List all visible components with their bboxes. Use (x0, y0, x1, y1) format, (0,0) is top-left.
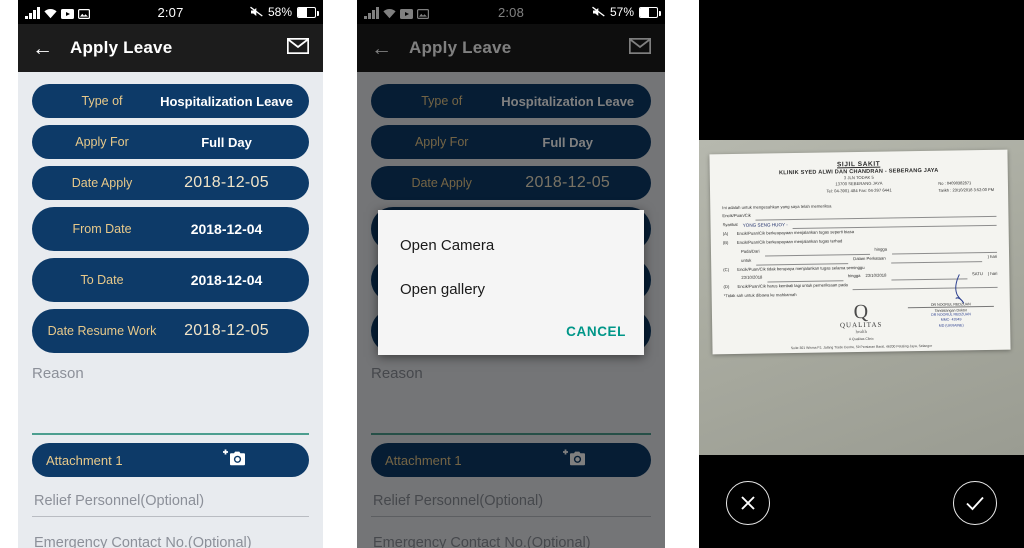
field-from-date[interactable]: From Date 2018-12-04 (32, 207, 309, 251)
document-sub-label: Dalam Perkataan (853, 255, 886, 261)
page-title: Apply Leave (70, 38, 173, 57)
battery-icon (297, 6, 319, 18)
field-type-of[interactable]: Type of Hospitalization Leave (32, 84, 309, 118)
document-meta: No : 04090382871 Tarikh : 23/10/2018 3:5… (938, 180, 994, 194)
field-date-resume-work[interactable]: Date Resume Work 2018-12-05 (32, 309, 309, 353)
field-label: From Date (72, 221, 132, 236)
emergency-contact-input[interactable]: Emergency Contact No.(Optional) (32, 529, 309, 548)
field-value: 2018-12-04 (190, 221, 263, 237)
document-condition-label: Syarikat (722, 221, 738, 227)
document-sub-label: untuk (741, 257, 752, 263)
screenshot-stage: 2:07 58% ← Apply Leave Type of Hospitali… (0, 0, 1024, 548)
field-label: Apply For (75, 134, 129, 149)
cancel-button[interactable]: CANCEL (566, 324, 626, 339)
leave-form: Type of Hospitalization Leave Apply For … (18, 72, 323, 548)
status-bar-right: 58% (250, 5, 319, 19)
document-meta-key: Tarikh (938, 187, 950, 193)
document-sub-label: hingga (847, 273, 861, 279)
field-value: 2018-12-04 (190, 272, 263, 288)
phone-panel-attachment-dialog: 2:08 57% ← Apply Leave Type of Hospitali… (357, 0, 665, 548)
camera-top-bar (699, 0, 1024, 140)
panel-gap-1 (323, 0, 357, 548)
phone-panel-camera-preview: SIJIL SAKIT KLINIK SYED ALWI DAN CHANDRA… (699, 0, 1024, 548)
status-bar-right: 57% (592, 5, 661, 19)
document-item-key: (A) (722, 231, 729, 237)
battery-percent-label: 57% (609, 5, 634, 19)
field-label: Type of (81, 93, 123, 108)
reason-input[interactable]: Reason (32, 365, 309, 433)
document-sub-label: ) hari (987, 253, 998, 259)
check-circle-icon[interactable] (953, 481, 997, 525)
dialog-option-open-gallery[interactable]: Open gallery (378, 272, 644, 316)
field-apply-for[interactable]: Apply For Full Day (32, 125, 309, 159)
mute-icon (592, 6, 605, 18)
document-date-from: 23/10/2018 (741, 274, 763, 281)
document-item-key: (C) (723, 266, 730, 272)
emergency-contact-placeholder: Emergency Contact No.(Optional) (34, 535, 252, 548)
attachment-label: Attachment 1 (46, 452, 123, 468)
document-item-key: (D) (723, 284, 730, 290)
captured-document-photo: SIJIL SAKIT KLINIK SYED ALWI DAN CHANDRA… (709, 149, 1011, 355)
close-circle-icon[interactable] (726, 481, 770, 525)
document-meta-value: : 23/10/2018 3:52:00 PM (950, 186, 995, 193)
field-value: 2018-12-05 (184, 174, 269, 191)
document-sub-label: ) hari (987, 271, 998, 277)
document-item-key: (B) (722, 240, 729, 246)
mute-icon (250, 6, 263, 18)
field-label: Date Resume Work (47, 323, 157, 338)
battery-percent-label: 58% (267, 5, 292, 19)
document-sub-label: Pada/Dari (740, 248, 760, 254)
rule (890, 252, 983, 264)
camera-viewfinder: SIJIL SAKIT KLINIK SYED ALWI DAN CHANDRA… (699, 140, 1024, 455)
attachment-1-button[interactable]: Attachment 1 (32, 443, 309, 477)
document-signature-block: DR NOORUL REDZUAN Tandatangan Doktor DR … (907, 302, 994, 330)
dialog-option-open-camera[interactable]: Open Camera (378, 228, 644, 272)
app-bar: ← Apply Leave (18, 24, 323, 72)
status-bar: 2:07 58% (18, 0, 323, 24)
field-label: Date Apply (71, 175, 133, 190)
dialog-actions: CANCEL (378, 316, 644, 349)
document-meta-value: : 04090382871 (944, 180, 972, 186)
relief-personnel-input[interactable]: Relief Personnel(Optional) (32, 487, 309, 517)
reason-placeholder: Reason (32, 365, 84, 382)
add-camera-icon[interactable] (222, 448, 246, 472)
mail-icon[interactable] (286, 37, 310, 59)
field-value: 2018-12-05 (184, 322, 269, 339)
field-to-date[interactable]: To Date 2018-12-04 (32, 258, 309, 302)
back-arrow-icon[interactable]: ← (32, 38, 58, 59)
camera-controls-bar (699, 455, 1024, 548)
panel-gap-2 (665, 0, 699, 548)
attachment-source-dialog: Open Camera Open gallery CANCEL (378, 210, 644, 355)
relief-personnel-placeholder: Relief Personnel(Optional) (34, 493, 205, 509)
field-label: To Date (80, 272, 124, 287)
document-days-words: SATU (971, 271, 983, 277)
field-date-apply[interactable]: Date Apply 2018-12-05 (32, 166, 309, 200)
panel-gap-left (0, 0, 18, 548)
phone-panel-apply-leave: 2:07 58% ← Apply Leave Type of Hospitali… (18, 0, 323, 548)
battery-icon (639, 6, 661, 18)
field-value: Full Day (201, 134, 252, 150)
reason-divider (32, 433, 309, 435)
document-date-to: 23/10/2018 (865, 272, 887, 279)
field-value: Hospitalization Leave (160, 93, 293, 109)
document-sub-label: hingga (874, 246, 888, 252)
document-meta-key: No (938, 180, 944, 186)
